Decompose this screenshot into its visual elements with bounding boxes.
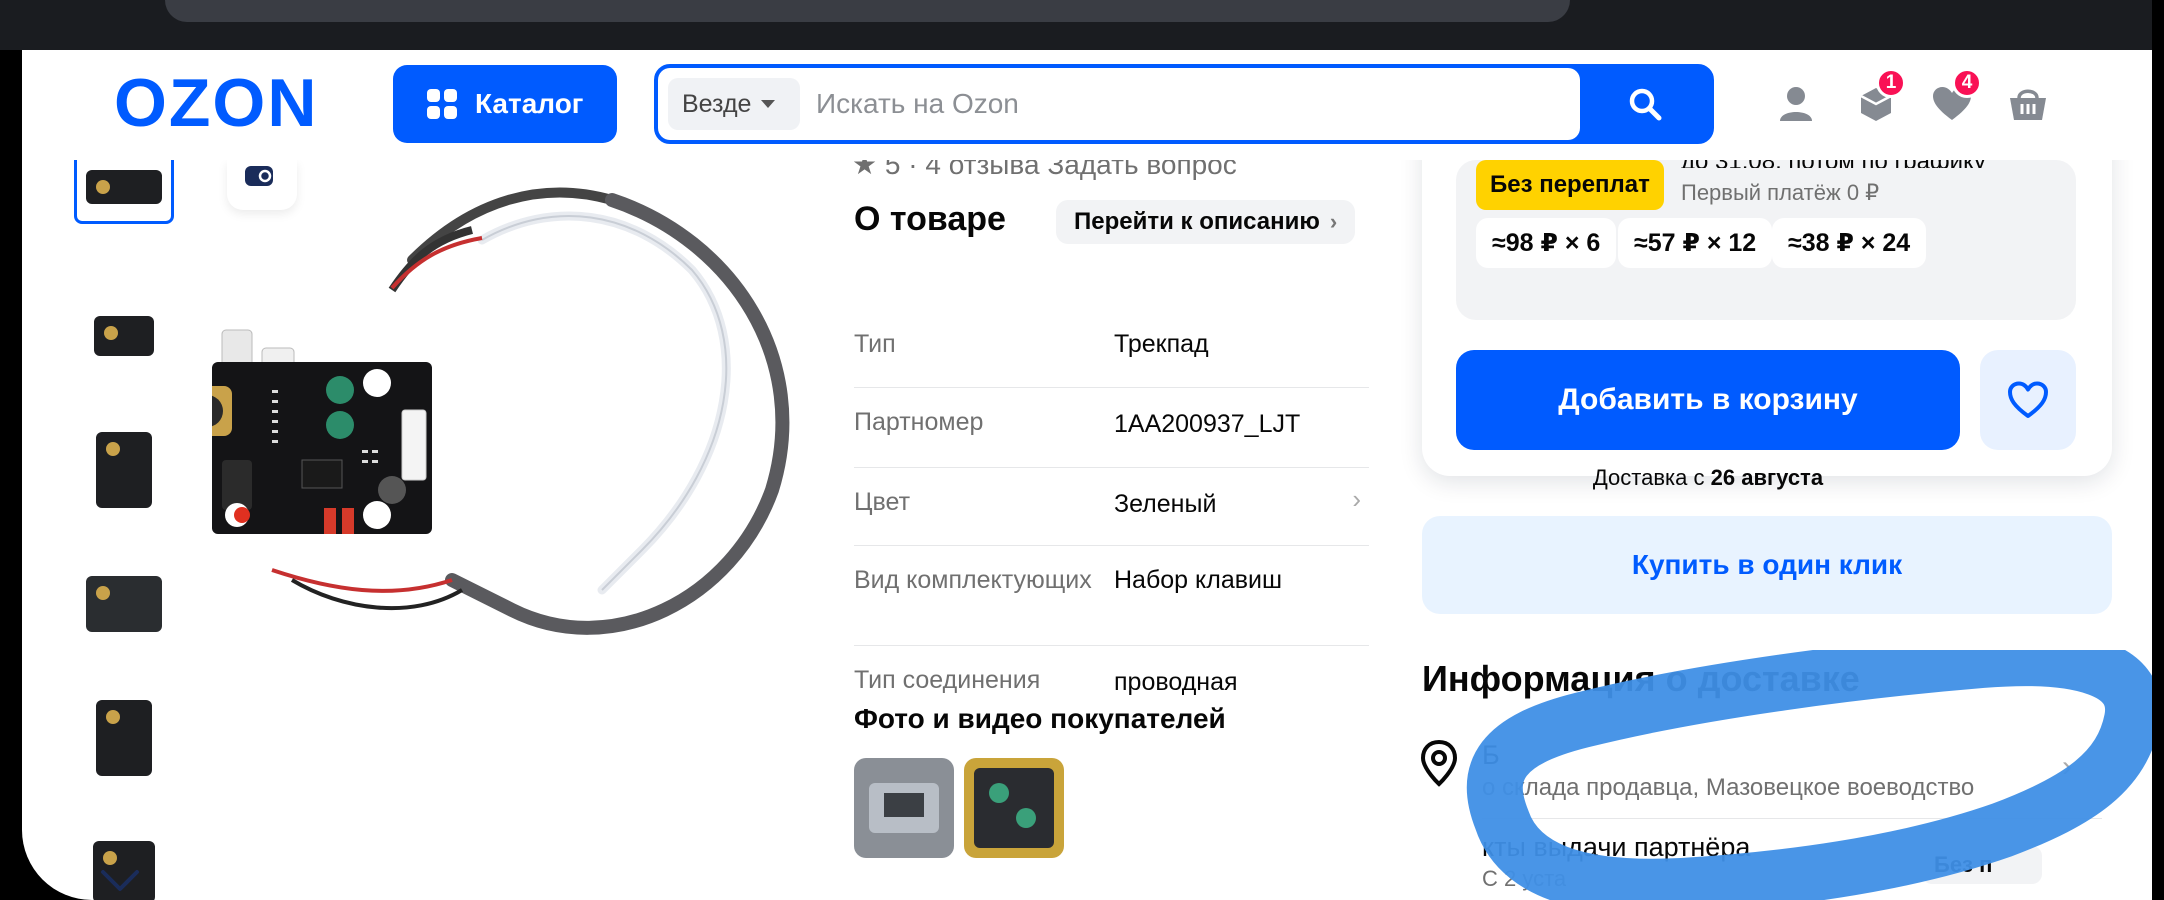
- property-value: 1AA200937_LJT: [1114, 410, 1301, 438]
- property-row-color[interactable]: Цвет Зеленый ›: [854, 468, 1369, 546]
- search-icon: [1629, 88, 1662, 121]
- customer-photos-title: Фото и видео покупателей: [854, 703, 1226, 734]
- goto-description-label: Перейти к описанию: [1074, 208, 1320, 235]
- property-row: Тип Трекпад: [854, 328, 1369, 388]
- property-value: Трекпад: [1114, 330, 1209, 358]
- search-bar: Везде: [654, 64, 1714, 144]
- thumbnail-image: [96, 432, 152, 508]
- catalog-button[interactable]: Каталог: [393, 65, 617, 143]
- search-input[interactable]: [816, 80, 1556, 128]
- orders-button[interactable]: 1: [1852, 68, 1906, 128]
- first-payment: Первый платёж 0 ₽: [1681, 180, 1880, 205]
- scribble-annotation: [1466, 650, 2152, 900]
- heart-icon: [2008, 381, 2048, 418]
- ozon-logo[interactable]: OZON: [114, 72, 350, 132]
- svg-text:OZON: OZON: [114, 72, 318, 132]
- installments-block[interactable]: Без переплат до 31.08, потом по графику …: [1456, 148, 2076, 320]
- user-icon: [1780, 87, 1812, 121]
- buy-one-click-button[interactable]: Купить в один клик: [1422, 516, 2112, 614]
- thumbnail-image: [86, 170, 162, 204]
- device-frame-right: [2152, 0, 2164, 900]
- rating-row[interactable]: ★ 5 · 4 отзыва Задать вопрос: [852, 160, 1372, 184]
- property-key: Партномер: [854, 408, 984, 436]
- rating-text: ★ 5 · 4 отзыва Задать вопрос: [852, 160, 1237, 180]
- search-field-wrapper: Везде: [658, 68, 1580, 140]
- chevron-down-icon[interactable]: [100, 868, 140, 894]
- thumbnail-4[interactable]: [74, 554, 174, 654]
- customer-photo-1[interactable]: [854, 758, 954, 858]
- cart-button[interactable]: [2004, 80, 2052, 128]
- property-key: Тип: [854, 330, 896, 358]
- thumbnail-3[interactable]: [74, 420, 174, 520]
- thumbnail-image: [96, 700, 152, 776]
- property-key: Тип соединения: [854, 666, 1041, 694]
- thumbnail-1[interactable]: [74, 150, 174, 224]
- search-button[interactable]: [1580, 68, 1710, 140]
- delivery-from-date: 26 августа: [1710, 465, 1824, 490]
- customer-photo-image: [964, 758, 1064, 858]
- property-key: Цвет: [854, 488, 911, 516]
- thumbnail-5[interactable]: [74, 688, 174, 788]
- cart-icon: [2010, 89, 2046, 120]
- delivery-from-prefix: Доставка с: [1592, 465, 1705, 490]
- installment-option-12[interactable]: ≈57 ₽ × 12: [1618, 218, 1773, 268]
- property-value: Зеленый: [1114, 490, 1217, 518]
- thumbnail-image: [94, 316, 154, 356]
- orders-badge: 1: [1876, 68, 1906, 98]
- property-value: Набор клавиш: [1114, 566, 1283, 594]
- zoom-icon: [245, 166, 273, 186]
- chevron-right-icon: ›: [1329, 209, 1338, 234]
- add-to-cart-button[interactable]: Добавить в корзину: [1456, 350, 1960, 450]
- customer-photo-2[interactable]: [964, 758, 1064, 858]
- caret-down-icon: [761, 100, 776, 108]
- no-overpay-badge: Без переплат: [1476, 160, 1664, 210]
- product-main-image[interactable]: [212, 160, 832, 700]
- page-screen: OZON Каталог Везде Искать на Ozon 1 4 ★ …: [22, 50, 2152, 900]
- site-header: OZON Каталог Везде Искать на Ozon 1 4: [22, 50, 2152, 160]
- property-value: проводная: [1114, 668, 1238, 696]
- goto-description-button[interactable]: Перейти к описанию ›: [1056, 200, 1356, 244]
- catalog-label: Каталог: [475, 88, 584, 119]
- thumbnail-image: [86, 576, 162, 632]
- zoom-button[interactable]: [227, 160, 297, 210]
- favorites-button[interactable]: 4: [1928, 68, 1982, 128]
- property-row: Вид комплектующих Набор клавиш: [854, 546, 1369, 646]
- thumbnail-2[interactable]: [74, 286, 174, 386]
- browser-address-bar: [165, 0, 1570, 22]
- profile-button[interactable]: [1772, 80, 1820, 128]
- delivery-date-note: Доставка с 26 августа: [1456, 465, 1960, 491]
- add-to-favorites-button[interactable]: [1980, 350, 2076, 450]
- installment-option-24[interactable]: ≈38 ₽ × 24: [1772, 218, 1927, 268]
- buy-card: Без переплат до 31.08, потом по графику …: [1422, 110, 2112, 490]
- search-scope-label: Везде: [682, 89, 752, 118]
- installment-option-6[interactable]: ≈98 ₽ × 6: [1476, 218, 1617, 268]
- property-key: Вид комплектующих: [854, 566, 1092, 594]
- about-title: О товаре: [854, 200, 1006, 238]
- favorites-badge: 4: [1952, 68, 1982, 98]
- property-row: Партномер 1AA200937_LJT: [854, 388, 1369, 468]
- chevron-right-icon: ›: [1352, 484, 1361, 514]
- search-scope-dropdown[interactable]: Везде: [668, 78, 800, 130]
- grid-icon: [427, 89, 457, 119]
- customer-photo-image: [854, 758, 954, 858]
